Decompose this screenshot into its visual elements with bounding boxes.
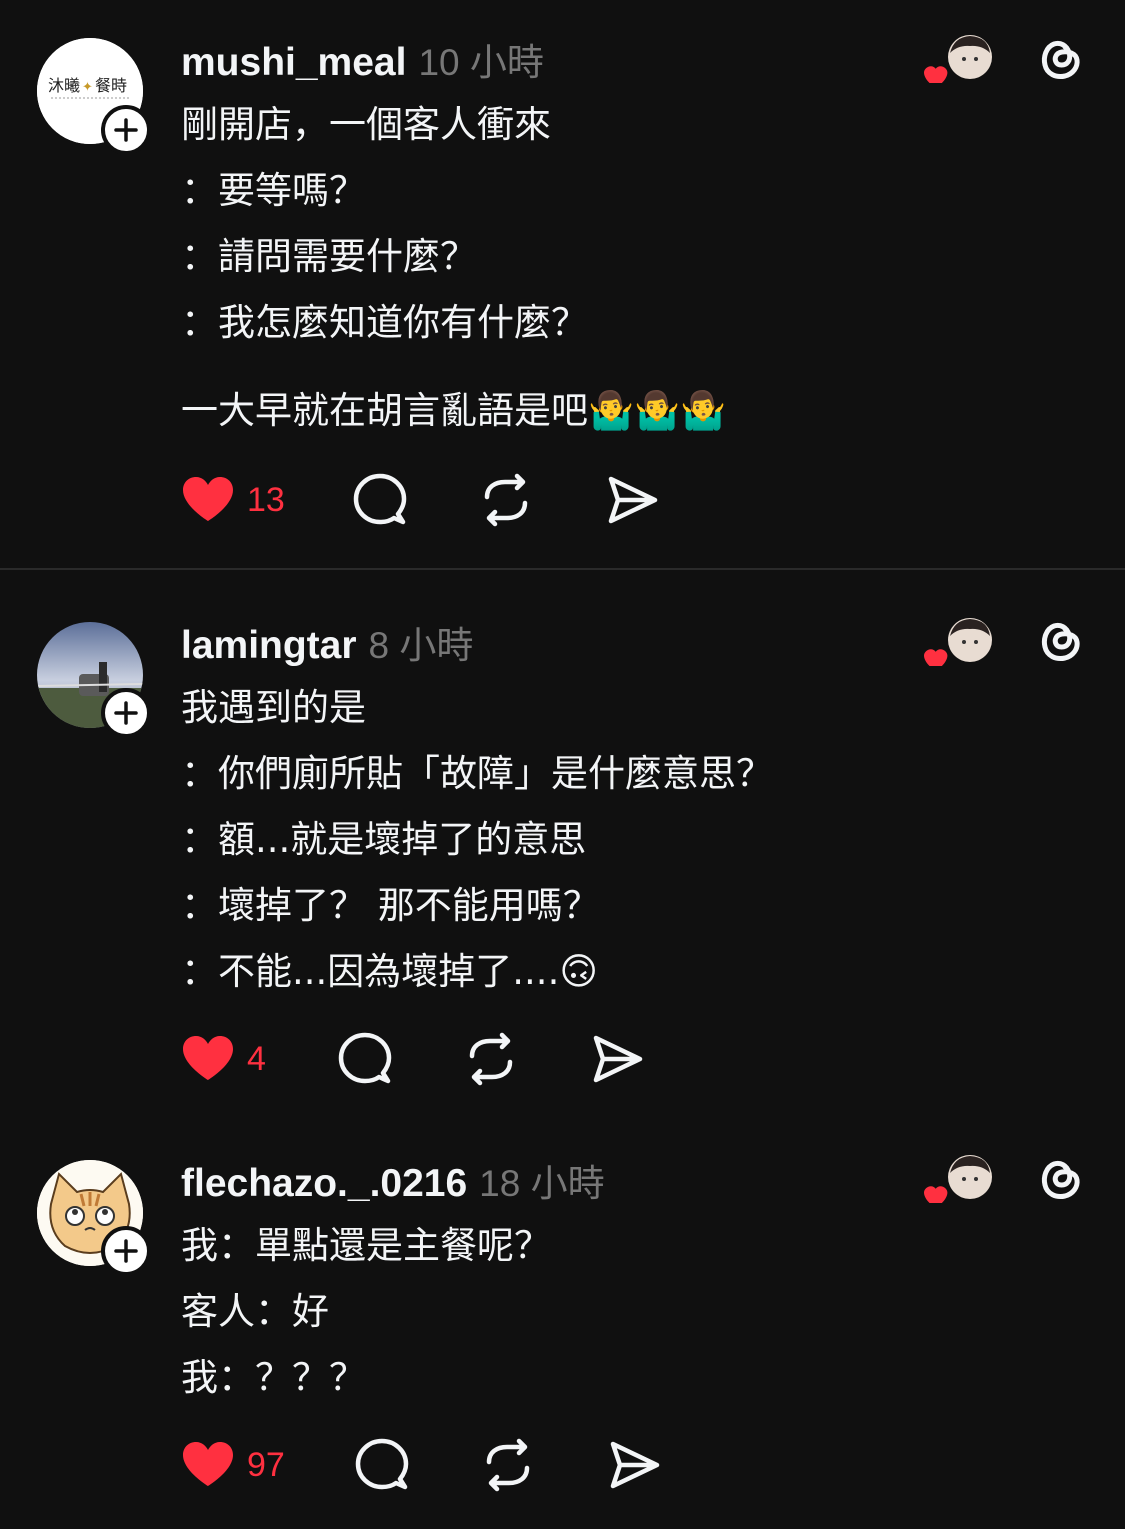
- heart-icon[interactable]: [181, 1440, 235, 1490]
- svg-text:✦: ✦: [82, 80, 93, 95]
- plus-icon: [114, 118, 138, 142]
- heart-icon[interactable]: [181, 1034, 235, 1084]
- comment-bubble-icon[interactable]: [353, 473, 407, 527]
- liked-by-avatar: [922, 616, 994, 672]
- action-bar: 97: [181, 1438, 661, 1492]
- repost-icon[interactable]: [464, 1032, 518, 1086]
- post-divider: [0, 568, 1125, 570]
- heart-icon[interactable]: [181, 475, 235, 525]
- post-header: mushi_meal 10 小時: [181, 32, 544, 86]
- like-count: 4: [247, 1039, 266, 1078]
- send-icon[interactable]: [605, 473, 659, 527]
- svg-text:沐曦: 沐曦: [48, 76, 80, 95]
- threads-logo-icon[interactable]: [1036, 33, 1086, 83]
- send-icon[interactable]: [590, 1032, 644, 1086]
- post-line: ：額...就是壞掉了的意思: [181, 818, 587, 861]
- post-line: 一大早就在胡言亂語是吧🤷‍♂️🤷‍♂️🤷‍♂️: [181, 389, 727, 432]
- repost-icon[interactable]: [481, 1438, 535, 1492]
- post-line: ：要等嗎？: [181, 169, 366, 212]
- comment-bubble-icon[interactable]: [355, 1438, 409, 1492]
- like-count: 13: [247, 480, 285, 519]
- post-line: 我：？？？: [181, 1356, 366, 1399]
- repost-icon[interactable]: [479, 473, 533, 527]
- action-bar: 4: [181, 1032, 644, 1086]
- post-line: ：壞掉了？ 那不能用嗎？: [181, 884, 600, 927]
- timestamp: 8 小時: [368, 625, 474, 666]
- liked-by-avatar: [922, 33, 994, 89]
- username[interactable]: flechazo._.0216: [181, 1162, 467, 1206]
- post-line: ：請問需要什麼？: [181, 235, 477, 278]
- timestamp: 10 小時: [418, 42, 544, 83]
- send-icon[interactable]: [607, 1438, 661, 1492]
- post-line: 剛開店，一個客人衝來: [181, 103, 551, 146]
- threads-logo-icon[interactable]: [1036, 1153, 1086, 1203]
- post-line: ：我怎麼知道你有什麼？: [181, 301, 588, 344]
- post-body: 我遇到的是 ：你們廁所貼「故障」是什麼意思？ ：額...就是壞掉了的意思 ：壞掉…: [181, 675, 773, 1005]
- post-line: 我：單點還是主餐呢？: [181, 1224, 551, 1267]
- post-body: 剛開店，一個客人衝來 ：要等嗎？ ：請問需要什麼？ ：我怎麼知道你有什麼？ 一大…: [181, 92, 726, 444]
- post-body: 我：單點還是主餐呢？ 客人：好 我：？？？: [181, 1213, 551, 1411]
- username[interactable]: lamingtar: [181, 624, 357, 668]
- comment-bubble-icon[interactable]: [338, 1032, 392, 1086]
- follow-button[interactable]: [101, 105, 151, 155]
- liked-by-avatar: [922, 1153, 994, 1209]
- post-header: lamingtar 8 小時: [181, 615, 473, 669]
- plus-icon: [114, 1239, 138, 1263]
- username[interactable]: mushi_meal: [181, 41, 406, 85]
- timestamp: 18 小時: [479, 1163, 605, 1204]
- plus-icon: [114, 701, 138, 725]
- svg-text:餐時: 餐時: [95, 76, 127, 95]
- action-bar: 13: [181, 473, 659, 527]
- post-header: flechazo._.0216 18 小時: [181, 1153, 605, 1207]
- follow-button[interactable]: [101, 688, 151, 738]
- threads-logo-icon[interactable]: [1036, 615, 1086, 665]
- post-line: 我遇到的是: [181, 686, 366, 729]
- post-line: 客人：好: [181, 1290, 329, 1333]
- post-line: ：不能...因為壞掉了....🙃: [181, 950, 598, 993]
- post-line: ：你們廁所貼「故障」是什麼意思？: [181, 752, 773, 795]
- like-count: 97: [247, 1445, 285, 1484]
- follow-button[interactable]: [101, 1226, 151, 1276]
